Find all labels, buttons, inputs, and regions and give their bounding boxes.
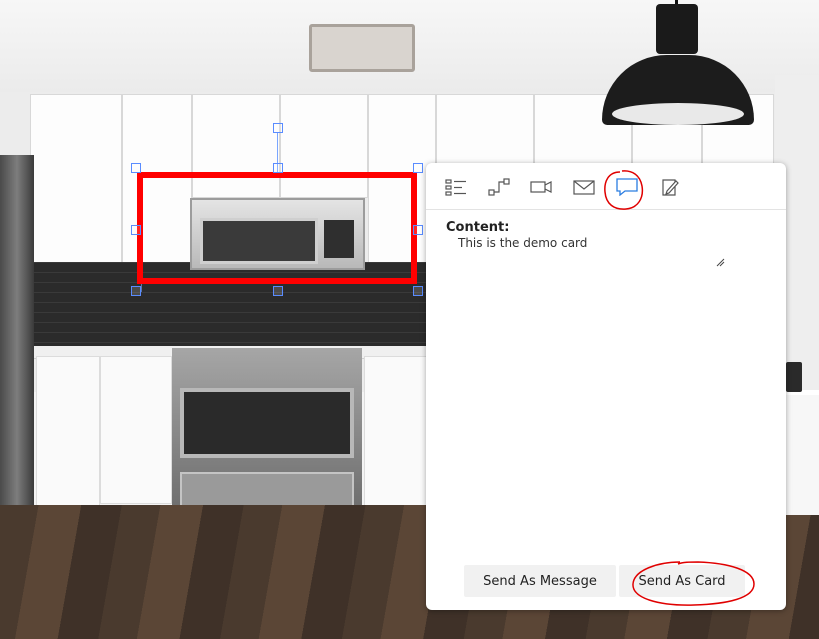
lower-cabinet: [36, 356, 100, 526]
mail-icon: [573, 180, 595, 195]
lamp-neck: [656, 4, 698, 54]
video-icon: [530, 181, 552, 193]
resize-handle-bottom[interactable]: [273, 286, 283, 296]
resize-handle-top[interactable]: [273, 163, 283, 173]
resize-handle-right[interactable]: [413, 225, 423, 235]
upper-cabinet: [30, 94, 122, 264]
toolbar-button-connector[interactable]: [486, 175, 512, 199]
stove: [172, 348, 362, 518]
send-as-message-button[interactable]: Send As Message: [464, 565, 616, 597]
card-composer-panel: Content: This is the demo card Send As M…: [426, 163, 786, 610]
resize-handle-left[interactable]: [131, 225, 141, 235]
connector-icon: [488, 178, 510, 196]
upper-cabinet: [436, 94, 534, 164]
send-as-card-button[interactable]: Send As Card: [619, 565, 745, 597]
edit-note-icon: [662, 179, 679, 196]
content-textarea[interactable]: This is the demo card: [446, 236, 738, 266]
resize-handle-top-left[interactable]: [131, 163, 141, 173]
resize-handle-top-right[interactable]: [413, 163, 423, 173]
lower-cabinet: [364, 356, 430, 506]
chat-message-icon: [616, 178, 638, 196]
toolbar-button-chat-message[interactable]: [614, 175, 640, 199]
toolbar-button-list[interactable]: [443, 175, 469, 199]
resize-handle-bottom-right[interactable]: [413, 286, 423, 296]
selection-rectangle[interactable]: [137, 172, 417, 284]
toolbar-button-video[interactable]: [528, 175, 554, 199]
content-label: Content:: [446, 220, 510, 235]
potted-plant: [786, 362, 802, 392]
lower-cabinet: [100, 356, 172, 504]
list-icon: [445, 179, 466, 196]
rotate-handle[interactable]: [273, 123, 283, 133]
ceiling-light: [309, 24, 415, 72]
toolbar-button-edit-note[interactable]: [657, 175, 683, 199]
textarea-resize-grip-icon[interactable]: [715, 257, 725, 267]
toolbar-button-mail[interactable]: [571, 175, 597, 199]
resize-handle-bottom-left[interactable]: [131, 286, 141, 296]
panel-toolbar: [426, 163, 786, 210]
lamp-inner: [612, 103, 744, 125]
